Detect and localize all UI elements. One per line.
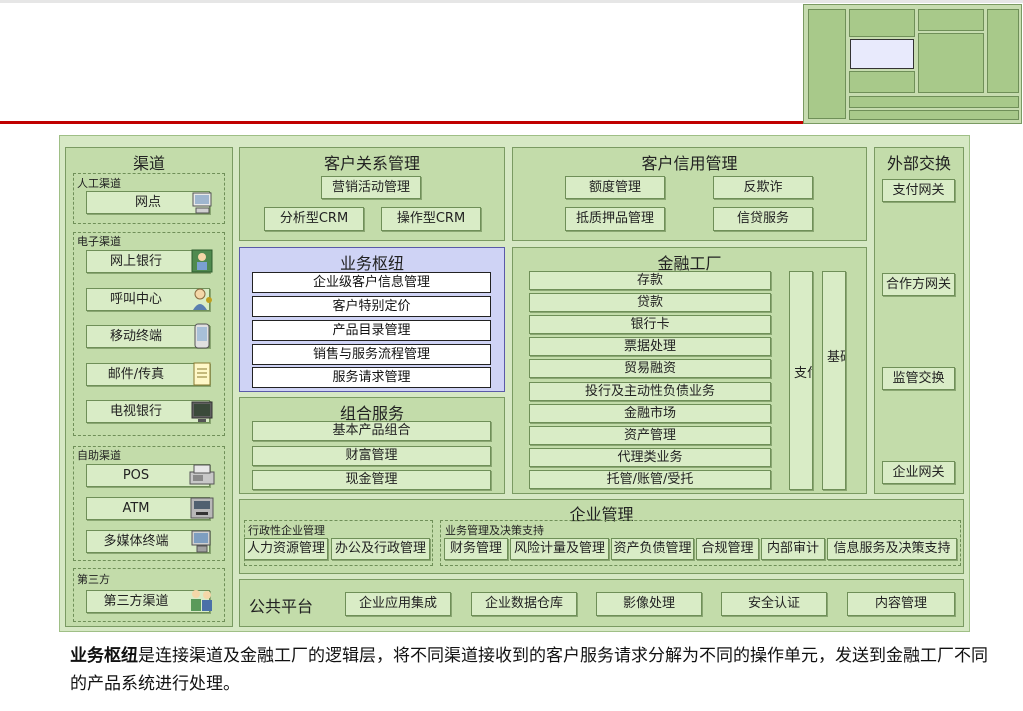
loan-button[interactable]: 贷款 [529,293,771,312]
self-service-channel-label: 自助渠道 [77,449,121,462]
business-hub-title: 业务枢纽 [339,254,404,273]
enterprise-customer-info-button[interactable]: 企业级客户信息管理 [252,272,491,293]
bill-processing-button[interactable]: 票据处理 [529,337,771,356]
document-icon [193,362,211,386]
trade-finance-button[interactable]: 贸易融资 [529,359,771,378]
deposit-button[interactable]: 存款 [529,271,771,290]
thumb-block [850,39,914,69]
asset-liability-button[interactable]: 资产负债管理 [611,538,694,560]
admin-management-label: 行政性企业管理 [248,524,325,537]
architecture-thumbnail [803,4,1022,124]
caption-body: 是连接渠道及金融工厂的逻辑层，将不同渠道接收到的客户服务请求分解为不同的操作单元… [70,646,988,694]
atm-icon [190,497,214,519]
payment-gateway-button[interactable]: 支付网关 [882,179,955,202]
office-admin-button[interactable]: 办公及行政管理 [331,538,430,560]
external-exchange-title: 外部交换 [886,154,951,173]
compliance-button[interactable]: 合规管理 [696,538,759,560]
information-decision-button[interactable]: 信息服务及决策支持 [827,538,957,560]
top-border [0,0,1023,3]
payment-service-button[interactable]: 支付 [789,271,813,490]
hr-management-button[interactable]: 人力资源管理 [244,538,328,560]
marketing-campaign-button[interactable]: 营销活动管理 [321,176,421,199]
customer-pricing-button[interactable]: 客户特别定价 [252,296,491,317]
kiosk-icon [191,530,211,553]
mobile-device-icon [194,323,210,349]
thumb-block [987,9,1019,93]
service-request-button[interactable]: 服务请求管理 [252,367,491,388]
data-warehouse-button[interactable]: 企业数据仓库 [471,592,577,616]
internal-audit-button[interactable]: 内部审计 [761,538,825,560]
thumb-block [849,9,915,37]
basic-service-label: 基础服务 [827,350,845,365]
electronic-channel-label: 电子渠道 [77,235,121,248]
anti-fraud-button[interactable]: 反欺诈 [713,176,813,199]
pos-terminal-icon [189,464,215,485]
credit-title: 客户信用管理 [641,154,738,173]
finance-management-button[interactable]: 财务管理 [444,538,508,560]
agency-business-button[interactable]: 代理类业务 [529,448,771,467]
limit-management-button[interactable]: 额度管理 [565,176,665,199]
third-party-people-icon [191,590,212,611]
eai-button[interactable]: 企业应用集成 [345,592,451,616]
partner-gateway-button[interactable]: 合作方网关 [882,273,955,296]
thumb-block [849,71,915,93]
public-platform-title: 公共平台 [249,597,314,616]
cash-management-button[interactable]: 现金管理 [252,470,491,490]
call-center-icon [193,288,212,310]
wealth-management-button[interactable]: 财富管理 [252,446,491,466]
thumb-block [808,9,846,119]
basic-product-combo-button[interactable]: 基本产品组合 [252,421,491,441]
basic-service-button[interactable]: 基础服务 [822,271,846,490]
analytical-crm-button[interactable]: 分析型CRM [264,207,364,231]
sales-service-flow-button[interactable]: 销售与服务流程管理 [252,344,491,365]
thumb-block [849,96,1019,108]
header-red-line [0,121,803,124]
decision-support-label: 业务管理及决策支持 [445,524,544,537]
caption-text: 业务枢纽是连接渠道及金融工厂的逻辑层，将不同渠道接收到的客户服务请求分解为不同的… [70,642,1000,698]
computer-icon [192,192,212,214]
thumb-block [918,33,984,93]
enterprise-gateway-button[interactable]: 企业网关 [882,461,955,484]
manual-channel-label: 人工渠道 [77,177,121,190]
operational-crm-button[interactable]: 操作型CRM [381,207,481,231]
payment-service-label: 支付 [794,366,812,381]
product-catalog-button[interactable]: 产品目录管理 [252,320,491,341]
collateral-management-button[interactable]: 抵质押品管理 [565,207,665,231]
content-management-button[interactable]: 内容管理 [847,592,955,616]
caption-bold-term: 业务枢纽 [70,646,138,666]
credit-service-button[interactable]: 信贷服务 [713,207,813,231]
financial-market-button[interactable]: 金融市场 [529,404,771,423]
image-processing-button[interactable]: 影像处理 [596,592,702,616]
custody-button[interactable]: 托管/账管/受托 [529,470,771,489]
bank-card-button[interactable]: 银行卡 [529,315,771,334]
third-party-channel-label: 第三方 [77,573,110,586]
tv-icon [191,401,213,422]
thumb-block [918,9,984,31]
thumb-block [849,110,1019,120]
asset-management-button[interactable]: 资产管理 [529,426,771,445]
crm-title: 客户关系管理 [323,154,420,173]
online-banking-icon [191,249,213,273]
investment-banking-button[interactable]: 投行及主动性负债业务 [529,382,771,401]
channels-title: 渠道 [132,154,165,173]
risk-measurement-button[interactable]: 风险计量及管理 [510,538,609,560]
security-auth-button[interactable]: 安全认证 [721,592,827,616]
regulatory-exchange-button[interactable]: 监管交换 [882,367,955,390]
